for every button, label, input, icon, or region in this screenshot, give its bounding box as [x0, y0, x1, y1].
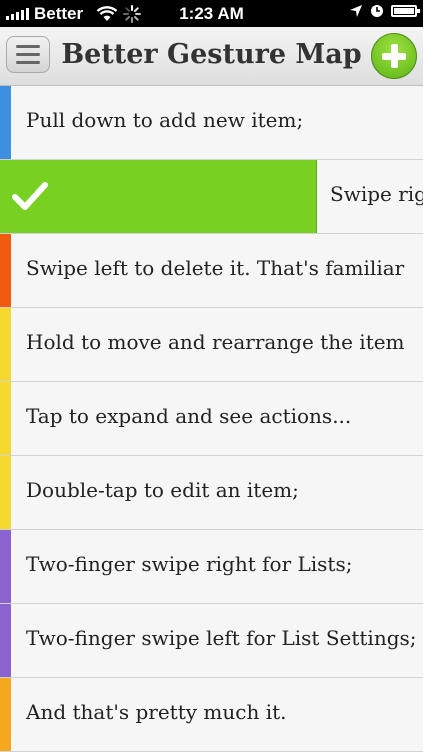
color-tag [0, 382, 11, 455]
list-item-swiped[interactable]: Swipe right to complete [0, 160, 423, 234]
list-item[interactable]: Two-finger swipe right for Lists; [0, 530, 423, 604]
battery-icon [391, 5, 420, 17]
color-tag [0, 604, 11, 677]
list-item[interactable]: Two-finger swipe left for List Settings; [0, 604, 423, 678]
list-item-label: Double-tap to edit an item; [26, 478, 299, 502]
color-tag [0, 86, 11, 159]
list-item-label: Swipe left to delete it. That's familiar [26, 256, 405, 280]
list-item-label: Two-finger swipe left for List Settings; [26, 626, 417, 650]
task-list: Pull down to add new item; Swipe right t… [0, 86, 423, 752]
color-tag [0, 308, 11, 381]
status-bar: Better 1:23 AM [0, 0, 423, 27]
color-tag [0, 234, 11, 307]
list-item-label: And that's pretty much it. [26, 700, 287, 724]
checkmark-icon [12, 182, 48, 210]
list-item[interactable]: Swipe left to delete it. That's familiar [0, 234, 423, 308]
list-item[interactable]: Tap to expand and see actions... [0, 382, 423, 456]
page-title: Better Gesture Map [61, 39, 362, 70]
list-item-label: Pull down to add new item; [26, 108, 304, 132]
list-item[interactable]: And that's pretty much it. [0, 678, 423, 752]
list-item[interactable]: Pull down to add new item; [0, 86, 423, 160]
location-arrow-icon [350, 5, 362, 17]
status-right [349, 4, 420, 18]
color-tag [0, 456, 11, 529]
add-item-button[interactable] [371, 33, 417, 79]
alarm-clock-icon [371, 5, 383, 17]
list-item[interactable]: Hold to move and rearrange the item [0, 308, 423, 382]
list-item[interactable]: Double-tap to edit an item; [0, 456, 423, 530]
complete-action-area[interactable] [0, 160, 317, 233]
list-item-label: Swipe right to complete [330, 182, 423, 206]
list-item-label: Hold to move and rearrange the item [26, 330, 405, 354]
list-item-label: Two-finger swipe right for Lists; [26, 552, 353, 576]
navigation-header: Better Gesture Map [0, 27, 423, 86]
color-tag [0, 530, 11, 603]
list-item-label: Tap to expand and see actions... [26, 404, 352, 428]
color-tag [0, 678, 11, 751]
swiped-item-card[interactable]: Swipe right to complete [317, 160, 423, 233]
